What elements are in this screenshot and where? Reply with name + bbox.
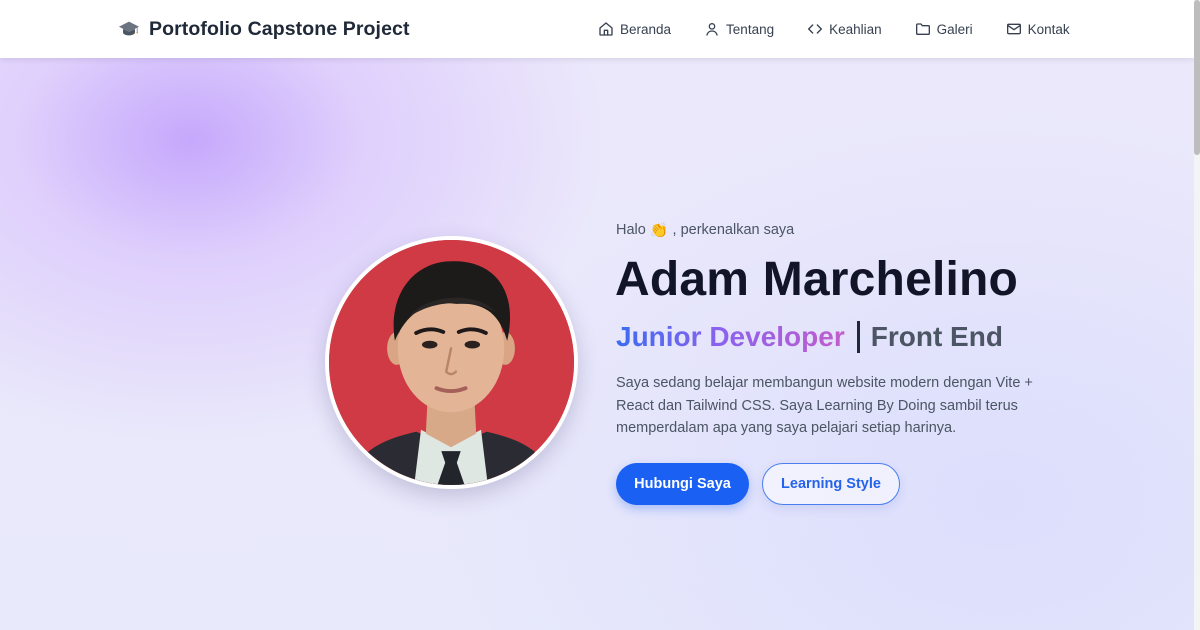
clapping-hands-icon: 👏 (649, 221, 669, 239)
profile-portrait (329, 240, 574, 485)
user-icon (706, 23, 718, 36)
nav-item-label: Kontak (1027, 21, 1070, 37)
navbar: Portofolio Capstone Project Beranda Tent… (0, 0, 1194, 58)
nav-item-label: Tentang (726, 21, 775, 37)
nav-item-label: Beranda (620, 21, 672, 37)
page-scrollbar[interactable] (1194, 0, 1200, 630)
nav-item-keahlian[interactable]: Keahlian (807, 21, 882, 37)
greeting: Halo 👏 , perkenalkan saya (616, 221, 794, 239)
nav-item-label: Keahlian (829, 21, 882, 37)
role-subtitle: Front End (870, 321, 1003, 352)
greeting-suffix: , perkenalkan saya (672, 222, 795, 238)
typing-cursor (856, 321, 860, 353)
home-icon (599, 22, 613, 36)
mail-icon (1006, 23, 1021, 35)
brand[interactable]: Portofolio Capstone Project (118, 16, 410, 42)
graduation-cap-icon (118, 21, 140, 36)
nav-item-galeri[interactable]: Galeri (915, 21, 973, 37)
nav-item-label: Galeri (936, 21, 973, 37)
learning-style-button[interactable]: Learning Style (762, 463, 900, 505)
main-nav: Beranda Tentang Keahlian Galeri Kontak (598, 19, 1070, 39)
scrollbar-thumb[interactable] (1194, 0, 1200, 155)
contact-button[interactable]: Hubungi Saya (616, 463, 749, 505)
code-icon (808, 24, 823, 34)
role-typewriter: Junior Developer Front End (616, 319, 1003, 355)
profile-photo (325, 236, 578, 489)
greeting-prefix: Halo (616, 222, 646, 238)
nav-item-tentang[interactable]: Tentang (704, 21, 774, 37)
nav-item-kontak[interactable]: Kontak (1006, 21, 1070, 37)
folder-icon (915, 23, 930, 35)
brand-title: Portofolio Capstone Project (149, 17, 410, 40)
hero-name: Adam Marchelino (615, 253, 1019, 306)
hero-bio: Saya sedang belajar membangun website mo… (616, 375, 1033, 436)
nav-item-beranda[interactable]: Beranda (598, 21, 671, 37)
role-title: Junior Developer (616, 321, 845, 352)
